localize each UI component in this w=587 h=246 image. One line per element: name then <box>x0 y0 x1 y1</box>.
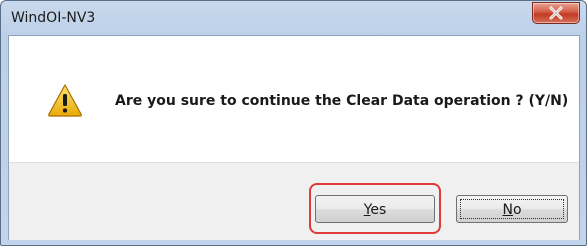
yes-label-rest: es <box>370 202 387 218</box>
yes-button[interactable]: Yes <box>315 195 435 223</box>
title-bar[interactable]: WindOI-NV3 <box>1 1 586 35</box>
close-icon <box>549 6 563 20</box>
no-button[interactable]: No <box>456 195 568 223</box>
dialog-message: Are you sure to continue the Clear Data … <box>115 93 569 109</box>
close-button[interactable] <box>532 2 580 24</box>
dialog-body: Are you sure to continue the Clear Data … <box>8 35 580 240</box>
focus-rectangle <box>460 199 564 219</box>
message-dialog: WindOI-NV3 Are you sure to continue the … <box>0 0 587 246</box>
button-bar: Yes No <box>9 162 579 240</box>
window-title: WindOI-NV3 <box>11 10 96 26</box>
warning-icon <box>48 84 82 117</box>
